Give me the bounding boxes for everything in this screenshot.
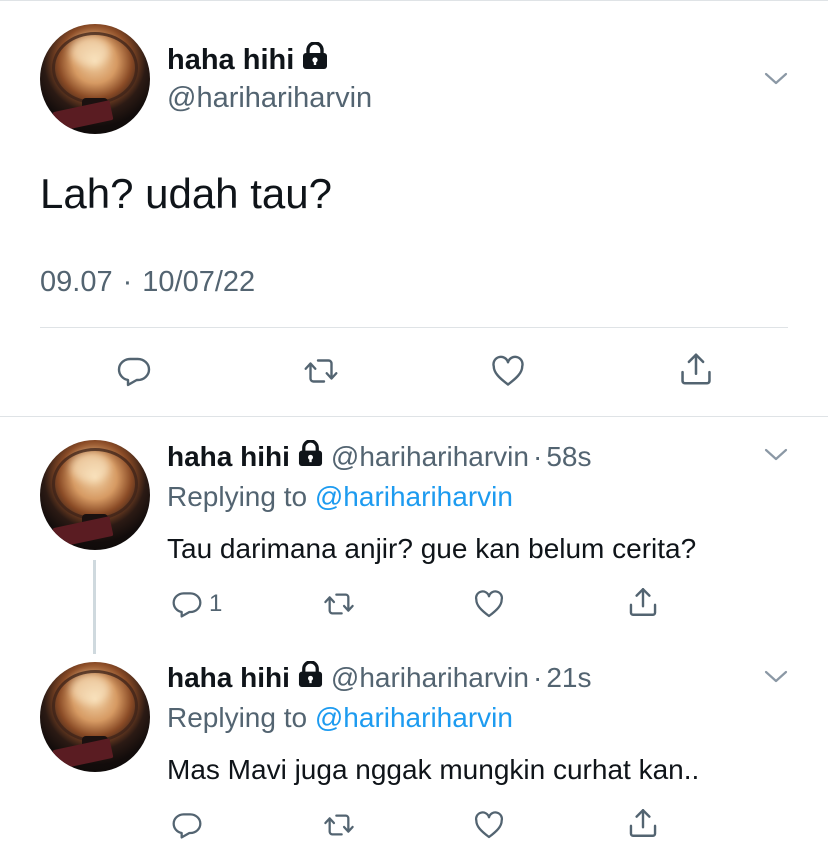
- top-divider: [0, 0, 828, 1]
- reply-icon: [117, 357, 151, 387]
- meta-separator: ·: [122, 266, 133, 298]
- reply-icon: [172, 592, 202, 618]
- author-handle[interactable]: @harihariharvin: [331, 662, 529, 694]
- share-button[interactable]: [626, 585, 660, 619]
- reply-button[interactable]: [116, 353, 152, 389]
- reply-time[interactable]: 21s: [546, 662, 591, 694]
- reply-text: Mas Mavi juga nggak mungkin curhat kan..: [167, 754, 700, 785]
- author-handle[interactable]: @harihariharvin: [331, 441, 529, 473]
- chevron-down-icon[interactable]: [764, 670, 788, 684]
- share-icon: [629, 809, 657, 837]
- tweet-text: Lah? udah tau?: [40, 170, 332, 217]
- author-handle[interactable]: @harihariharvin: [167, 82, 372, 115]
- divider: [40, 327, 788, 328]
- author-name[interactable]: haha hihi: [167, 441, 290, 473]
- lock-icon: [298, 660, 323, 695]
- share-button[interactable]: [677, 350, 715, 388]
- author-name[interactable]: haha hihi: [167, 662, 290, 694]
- replying-mention-link[interactable]: @harihariharvin: [315, 481, 513, 512]
- like-button[interactable]: [472, 809, 506, 841]
- avatar[interactable]: [40, 24, 150, 134]
- reply-header[interactable]: haha hihi @harihariharvin · 58s: [167, 439, 591, 474]
- share-icon: [629, 588, 657, 616]
- retweet-button[interactable]: [302, 353, 340, 389]
- avatar[interactable]: [40, 440, 150, 550]
- reply-text: Tau darimana anjir? gue kan belum cerita…: [167, 533, 697, 564]
- avatar[interactable]: [40, 662, 150, 772]
- retweet-button[interactable]: [322, 809, 356, 841]
- reply-time[interactable]: 58s: [546, 441, 591, 473]
- reply-button[interactable]: 1: [171, 588, 222, 620]
- reply-header[interactable]: haha hihi @harihariharvin · 21s: [167, 660, 591, 695]
- lock-icon: [298, 439, 323, 474]
- retweet-icon: [304, 359, 338, 383]
- like-icon: [492, 355, 524, 386]
- meta-separator: ·: [532, 441, 543, 472]
- reply-button[interactable]: [171, 809, 203, 841]
- retweet-button[interactable]: [322, 588, 356, 620]
- tweet-date: 10/07/22: [142, 266, 256, 298]
- chevron-down-icon[interactable]: [764, 448, 788, 462]
- replying-to: Replying to @harihariharvin: [167, 702, 513, 734]
- chevron-down-icon[interactable]: [764, 72, 788, 86]
- replying-prefix: Replying to: [167, 481, 308, 512]
- replying-prefix: Replying to: [167, 702, 308, 733]
- retweet-icon: [324, 814, 354, 836]
- thread-connector: [93, 560, 96, 654]
- like-icon: [474, 590, 504, 618]
- replying-mention-link[interactable]: @harihariharvin: [315, 702, 513, 733]
- share-icon: [681, 353, 711, 385]
- tweet-timestamp[interactable]: 09.07 · 10/07/22: [40, 266, 255, 299]
- reply-icon: [172, 813, 202, 839]
- divider: [0, 416, 828, 417]
- like-button[interactable]: [489, 353, 527, 389]
- lock-icon: [302, 41, 328, 78]
- meta-separator: ·: [532, 662, 543, 693]
- reply-count: 1: [209, 590, 223, 617]
- replying-to: Replying to @harihariharvin: [167, 481, 513, 513]
- like-icon: [474, 811, 504, 839]
- author-name-text: haha hihi: [167, 43, 295, 76]
- author-name[interactable]: haha hihi: [167, 41, 328, 78]
- tweet-time: 09.07: [40, 266, 113, 298]
- share-button[interactable]: [626, 806, 660, 840]
- like-button[interactable]: [472, 588, 506, 620]
- retweet-icon: [324, 593, 354, 615]
